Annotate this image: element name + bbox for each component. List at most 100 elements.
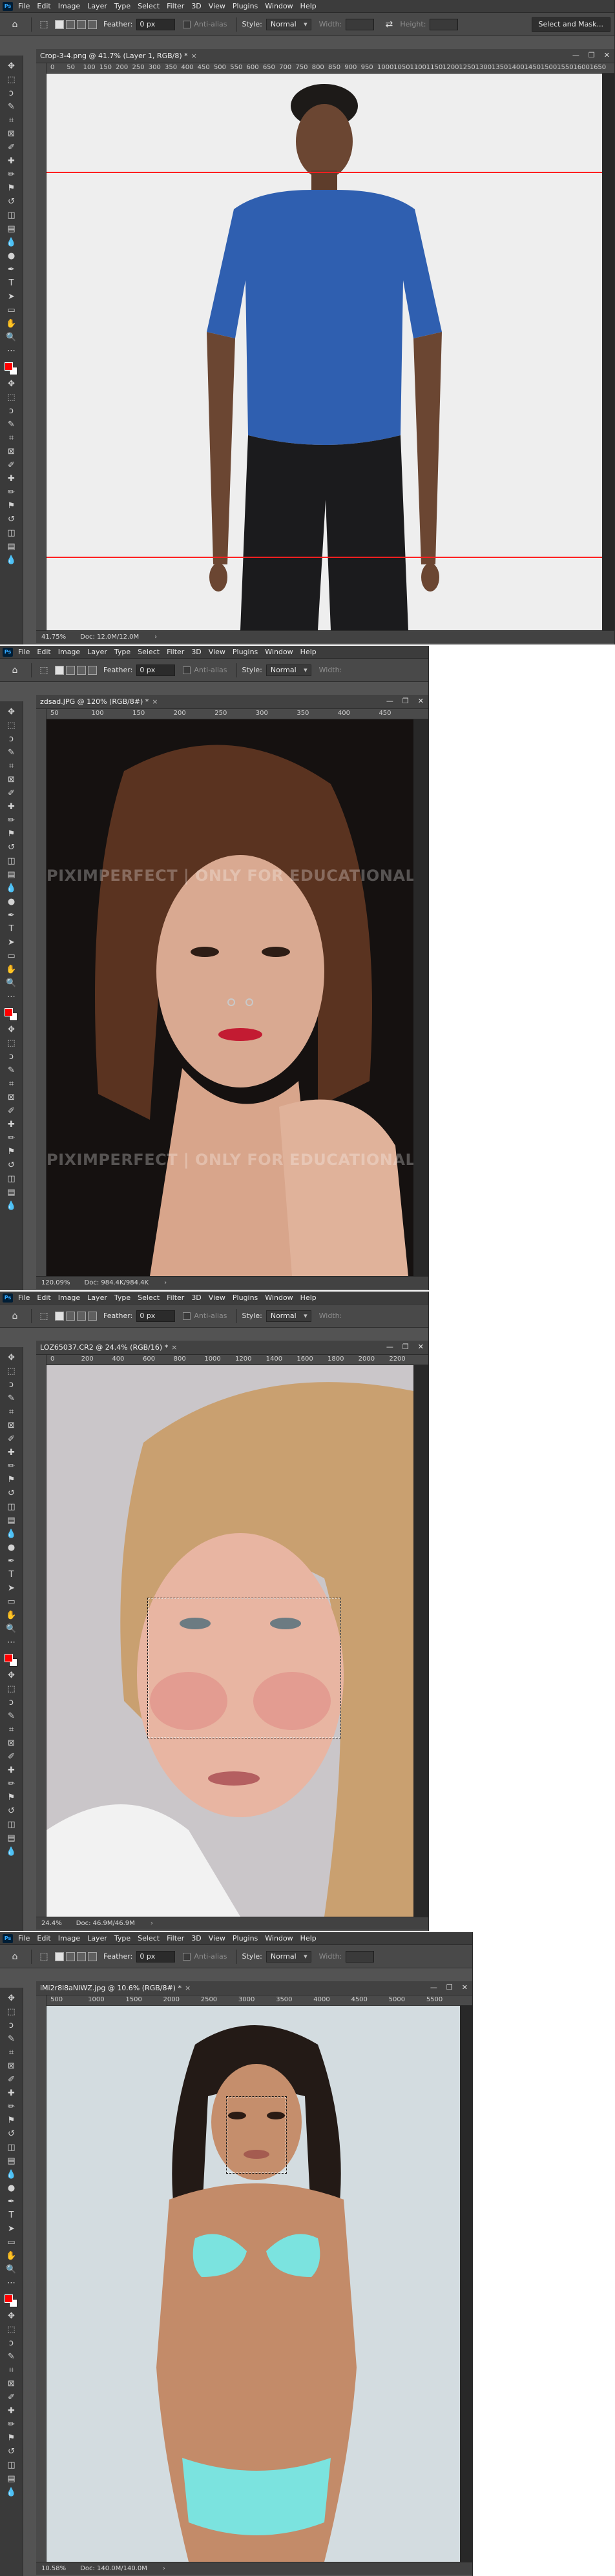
menu-3d[interactable]: 3D xyxy=(191,1934,201,1942)
rectangle-tool-icon[interactable]: ▭ xyxy=(3,304,20,317)
horizontal-guide-top[interactable] xyxy=(47,172,602,173)
status-menu-icon[interactable]: › xyxy=(151,1920,153,1927)
menu-type[interactable]: Type xyxy=(114,648,130,656)
menu-plugins[interactable]: Plugins xyxy=(233,1934,258,1942)
crop-tool-icon[interactable]: ⌗ xyxy=(3,431,20,445)
rectangular-selection[interactable] xyxy=(147,1598,341,1738)
marquee-tool-icon[interactable]: ⬚ xyxy=(3,2323,20,2336)
brush-tool-icon[interactable]: ✏ xyxy=(3,2100,20,2114)
history-brush-icon[interactable]: ↺ xyxy=(3,1487,20,1500)
blur-tool-icon[interactable]: 💧 xyxy=(3,881,20,895)
pen-tool-icon[interactable]: ✒ xyxy=(3,909,20,922)
minimize-icon[interactable]: — xyxy=(430,1983,437,1992)
selection-mode-group[interactable] xyxy=(55,1311,97,1321)
minimize-icon[interactable]: — xyxy=(572,51,579,59)
menu-select[interactable]: Select xyxy=(138,2,160,10)
document-canvas[interactable] xyxy=(47,2006,460,2562)
path-select-icon[interactable]: ➤ xyxy=(3,2222,20,2236)
marquee-tool-preset-icon[interactable]: ⬚ xyxy=(37,663,51,677)
width-input[interactable] xyxy=(346,18,375,30)
eyedropper-icon[interactable]: ✐ xyxy=(3,2073,20,2087)
color-swatches[interactable] xyxy=(3,1007,20,1023)
menu-image[interactable]: Image xyxy=(58,648,80,656)
gradient-tool-icon[interactable]: ▤ xyxy=(3,540,20,553)
foreground-color-swatch[interactable] xyxy=(4,1654,13,1662)
foreground-color-swatch[interactable] xyxy=(4,1008,13,1016)
move-tool-icon[interactable]: ✥ xyxy=(3,1992,20,2005)
canvas-area[interactable] xyxy=(47,2006,472,2562)
marquee-tool-icon[interactable]: ⬚ xyxy=(3,1036,20,1050)
feather-input[interactable]: 0 px xyxy=(136,664,176,676)
brush-tool-icon[interactable]: ✏ xyxy=(3,1459,20,1473)
eraser-icon[interactable]: ◫ xyxy=(3,1818,20,1831)
zoom-level[interactable]: 10.58% xyxy=(41,2565,66,2572)
type-tool-icon[interactable]: T xyxy=(3,922,20,936)
quick-select-icon[interactable]: ✎ xyxy=(3,1392,20,1405)
clone-stamp-icon[interactable]: ⚑ xyxy=(3,1791,20,1804)
menu-3d[interactable]: 3D xyxy=(191,1293,201,1302)
feather-input[interactable]: 0 px xyxy=(136,18,176,30)
move-tool-icon[interactable]: ✥ xyxy=(3,1351,20,1365)
path-select-icon[interactable]: ➤ xyxy=(3,290,20,304)
frame-tool-icon[interactable]: ⊠ xyxy=(3,2059,20,2073)
gradient-tool-icon[interactable]: ▤ xyxy=(3,2154,20,2168)
dodge-tool-icon[interactable]: ● xyxy=(3,2181,20,2195)
type-tool-icon[interactable]: T xyxy=(3,276,20,290)
menu-file[interactable]: File xyxy=(18,2,30,10)
history-brush-icon[interactable]: ↺ xyxy=(3,841,20,854)
crop-tool-icon[interactable]: ⌗ xyxy=(3,2046,20,2059)
document-tab[interactable]: iMi2r8l8aNIWZ.jpg @ 10.6% (RGB/8#) * × —… xyxy=(36,1981,472,1995)
healing-brush-icon[interactable]: ✚ xyxy=(3,800,20,814)
dodge-tool-icon[interactable]: ● xyxy=(3,895,20,909)
canvas-area[interactable]: PIXIMPERFECT | ONLY FOR EDUCATIONAL PURP… xyxy=(47,719,428,1276)
close-icon[interactable]: ✕ xyxy=(418,697,424,705)
lasso-tool-icon[interactable]: ↄ xyxy=(3,1050,20,1064)
clone-stamp-icon[interactable]: ⚑ xyxy=(3,1473,20,1487)
marquee-tool-icon[interactable]: ⬚ xyxy=(3,1365,20,1378)
document-canvas[interactable] xyxy=(47,74,602,630)
gradient-tool-icon[interactable]: ▤ xyxy=(3,2472,20,2486)
move-tool-icon[interactable]: ✥ xyxy=(3,705,20,719)
frame-tool-icon[interactable]: ⊠ xyxy=(3,773,20,787)
menu-select[interactable]: Select xyxy=(138,1934,160,1942)
menu-layer[interactable]: Layer xyxy=(87,1934,107,1942)
status-menu-icon[interactable]: › xyxy=(164,1279,167,1286)
close-icon[interactable]: ✕ xyxy=(462,1983,468,1992)
home-icon[interactable]: ⌂ xyxy=(8,1950,22,1964)
move-tool-icon[interactable]: ✥ xyxy=(3,377,20,391)
marquee-tool-icon[interactable]: ⬚ xyxy=(3,73,20,87)
menu-plugins[interactable]: Plugins xyxy=(233,1293,258,1302)
color-swatches[interactable] xyxy=(3,362,20,377)
zoom-tool-icon[interactable]: 🔍 xyxy=(3,2263,20,2276)
foreground-color-swatch[interactable] xyxy=(4,2294,13,2303)
menu-window[interactable]: Window xyxy=(265,1934,293,1942)
dodge-tool-icon[interactable]: ● xyxy=(3,1541,20,1554)
menu-filter[interactable]: Filter xyxy=(167,1293,184,1302)
eyedropper-icon[interactable]: ✐ xyxy=(3,141,20,154)
marquee-tool-icon[interactable]: ⬚ xyxy=(3,719,20,732)
menu-filter[interactable]: Filter xyxy=(167,2,184,10)
zoom-tool-icon[interactable]: 🔍 xyxy=(3,1622,20,1636)
restore-icon[interactable]: ❐ xyxy=(402,697,409,705)
selection-mode-group[interactable] xyxy=(55,665,97,675)
gradient-tool-icon[interactable]: ▤ xyxy=(3,1831,20,1845)
healing-brush-icon[interactable]: ✚ xyxy=(3,2087,20,2100)
zoom-tool-icon[interactable]: 🔍 xyxy=(3,331,20,344)
marquee-tool-preset-icon[interactable]: ⬚ xyxy=(37,1309,51,1323)
gradient-tool-icon[interactable]: ▤ xyxy=(3,868,20,881)
menu-window[interactable]: Window xyxy=(265,648,293,656)
home-icon[interactable]: ⌂ xyxy=(8,17,22,32)
anti-alias-checkbox[interactable] xyxy=(183,1312,191,1320)
zoom-level[interactable]: 120.09% xyxy=(41,1279,70,1286)
blur-tool-icon[interactable]: 💧 xyxy=(3,236,20,249)
status-menu-icon[interactable]: › xyxy=(163,2565,165,2572)
crop-tool-icon[interactable]: ⌗ xyxy=(3,1723,20,1736)
menu-type[interactable]: Type xyxy=(114,1934,130,1942)
quick-select-icon[interactable]: ✎ xyxy=(3,1064,20,1077)
rectangle-tool-icon[interactable]: ▭ xyxy=(3,2236,20,2249)
history-brush-icon[interactable]: ↺ xyxy=(3,513,20,526)
gradient-tool-icon[interactable]: ▤ xyxy=(3,1186,20,1199)
selection-mode-group[interactable] xyxy=(55,1952,97,1961)
frame-tool-icon[interactable]: ⊠ xyxy=(3,445,20,459)
lasso-tool-icon[interactable]: ↄ xyxy=(3,404,20,418)
